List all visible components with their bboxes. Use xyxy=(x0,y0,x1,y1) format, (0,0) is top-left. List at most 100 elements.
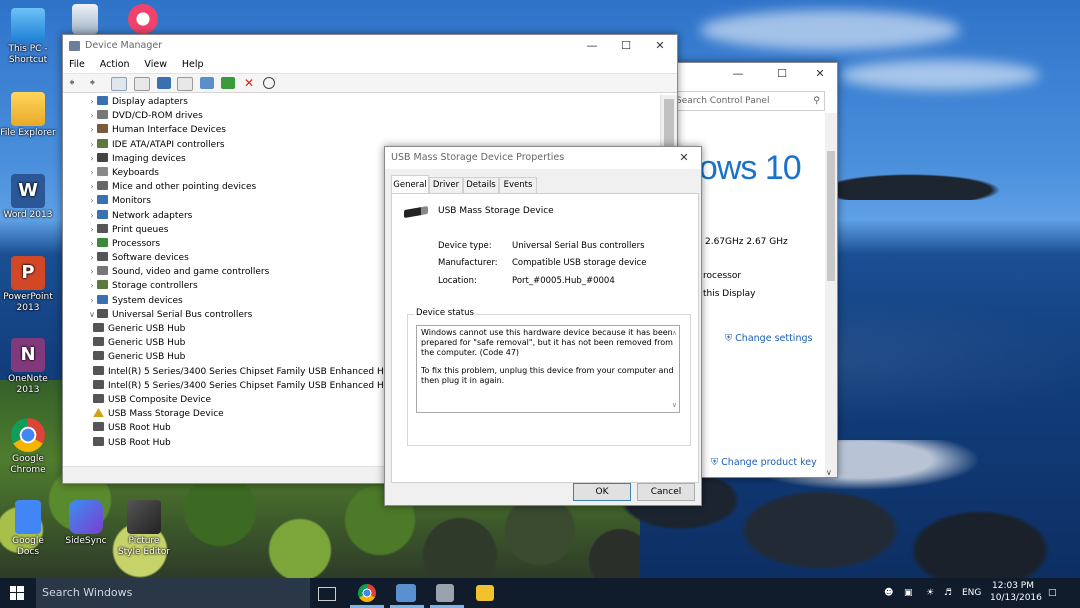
ok-button[interactable]: OK xyxy=(573,483,631,501)
device-manager-taskbar-icon[interactable] xyxy=(436,584,454,602)
scroll-up-arrow[interactable]: ∧ xyxy=(672,328,677,338)
volume-icon[interactable]: ♬ xyxy=(944,578,952,608)
collapse-chevron-icon[interactable]: ∨ xyxy=(87,308,97,322)
clock[interactable]: 12:03 PM 10/13/2016 xyxy=(990,580,1042,604)
tab-driver[interactable]: Driver xyxy=(429,177,463,193)
menu-file[interactable]: File xyxy=(69,57,85,73)
update-driver-icon[interactable] xyxy=(221,77,236,89)
scan-hardware-icon[interactable] xyxy=(200,77,215,89)
disable-device-icon[interactable] xyxy=(262,77,275,89)
cancel-button[interactable]: Cancel xyxy=(637,483,695,501)
desktop-icon-powerpoint[interactable]: P PowerPoint 2013 xyxy=(0,256,56,314)
close-button[interactable]: ✕ xyxy=(643,35,677,57)
scroll-thumb[interactable] xyxy=(827,151,835,281)
action-pane-icon[interactable] xyxy=(177,77,194,91)
change-settings-link[interactable]: ⛨ Change settings xyxy=(725,333,812,344)
minimize-button[interactable]: — xyxy=(575,35,609,57)
device-status-textbox[interactable]: Windows cannot use this hardware device … xyxy=(416,325,680,413)
search-control-panel-input[interactable]: Search Control Panel ⚲ xyxy=(671,91,825,111)
desktop-icon-chrome[interactable]: Google Chrome xyxy=(0,418,56,476)
expand-chevron-icon[interactable]: › xyxy=(87,223,97,237)
tab-details[interactable]: Details xyxy=(463,177,499,193)
properties-icon[interactable] xyxy=(133,77,150,91)
onenote-icon: N xyxy=(11,338,45,372)
desktop-icon-recycle-bin[interactable] xyxy=(60,4,110,36)
close-button[interactable]: ✕ xyxy=(669,147,699,169)
tree-item-label: Generic USB Hub xyxy=(108,324,186,334)
expand-chevron-icon[interactable]: › xyxy=(87,237,97,251)
tree-item-label: Processors xyxy=(112,238,161,249)
tree-item-label: IDE ATA/ATAPI controllers xyxy=(112,139,225,150)
expand-chevron-icon[interactable]: › xyxy=(87,251,97,265)
people-icon[interactable]: ☻ xyxy=(884,578,893,608)
scroll-down-arrow[interactable]: ∨ xyxy=(826,468,832,477)
tree-item-label: Sound, video and game controllers xyxy=(112,267,270,278)
expand-chevron-icon[interactable]: › xyxy=(87,209,97,223)
minimize-button[interactable]: — xyxy=(721,63,755,85)
expand-chevron-icon[interactable]: › xyxy=(87,279,97,293)
tray-app-icon[interactable]: ▣ xyxy=(904,578,913,608)
close-button[interactable]: ✕ xyxy=(803,63,837,85)
desktop-icon-word[interactable]: W Word 2013 xyxy=(0,174,56,221)
task-view-icon[interactable] xyxy=(318,587,336,601)
tab-general[interactable]: General xyxy=(391,175,429,194)
device-icon xyxy=(97,266,108,276)
forward-arrow-icon[interactable]: 🠺 xyxy=(90,77,104,89)
help-icon[interactable] xyxy=(156,77,171,89)
expand-chevron-icon[interactable]: › xyxy=(87,123,97,137)
expand-chevron-icon[interactable]: › xyxy=(87,194,97,208)
file-explorer-taskbar-icon[interactable] xyxy=(476,585,494,601)
vertical-scrollbar[interactable]: ∨ xyxy=(825,113,837,477)
tree-category-item[interactable]: › Human Interface Devices xyxy=(67,123,661,137)
wifi-icon[interactable]: ☀ xyxy=(926,578,934,608)
device-type-value: Universal Serial Bus controllers xyxy=(512,241,645,251)
device-icon xyxy=(93,351,104,361)
taskbar-search-input[interactable]: Search Windows xyxy=(36,578,310,608)
back-arrow-icon[interactable]: 🠸 xyxy=(69,77,83,89)
language-indicator[interactable]: ENG xyxy=(962,578,981,608)
expand-chevron-icon[interactable]: › xyxy=(87,109,97,123)
uninstall-icon[interactable]: ✕ xyxy=(242,77,256,89)
device-manager-titlebar[interactable]: Device Manager — ☐ ✕ xyxy=(63,35,677,57)
tree-item-label: Network adapters xyxy=(112,210,193,221)
scroll-down-arrow[interactable]: ∨ xyxy=(672,400,677,410)
desktop-icon-sidesync[interactable]: SideSync xyxy=(58,500,114,547)
show-hide-console-tree-icon[interactable] xyxy=(110,77,127,91)
desktop-icon-this-pc[interactable]: This PC - Shortcut xyxy=(0,8,56,66)
dialog-titlebar[interactable]: USB Mass Storage Device Properties ✕ xyxy=(385,147,701,169)
desktop-icon-file-explorer[interactable]: File Explorer xyxy=(0,92,56,139)
tree-item-label: Imaging devices xyxy=(112,153,186,164)
desktop-icon-itunes[interactable] xyxy=(118,4,168,36)
tree-item-label: Print queues xyxy=(112,224,169,235)
device-icon xyxy=(93,436,104,446)
maximize-button[interactable]: ☐ xyxy=(609,35,643,57)
desktop-icon-onenote[interactable]: N OneNote 2013 xyxy=(0,338,56,396)
menu-action[interactable]: Action xyxy=(100,57,130,73)
tree-category-item[interactable]: › DVD/CD-ROM drives xyxy=(67,109,661,123)
word-icon: W xyxy=(11,174,45,208)
expand-chevron-icon[interactable]: › xyxy=(87,294,97,308)
control-panel-taskbar-icon[interactable] xyxy=(396,584,416,602)
action-center-icon[interactable]: □ xyxy=(1048,578,1062,608)
expand-chevron-icon[interactable]: › xyxy=(87,180,97,194)
start-button[interactable] xyxy=(10,586,24,600)
device-icon xyxy=(97,96,108,105)
chrome-taskbar-icon[interactable] xyxy=(358,584,376,602)
desktop-icon-picture-style-editor[interactable]: Picture Style Editor xyxy=(116,500,172,558)
expand-chevron-icon[interactable]: › xyxy=(87,152,97,166)
device-icon xyxy=(93,422,104,432)
tree-category-item[interactable]: › Display adapters xyxy=(67,95,661,109)
tab-events[interactable]: Events xyxy=(499,177,537,193)
expand-chevron-icon[interactable]: › xyxy=(87,166,97,180)
maximize-button[interactable]: ☐ xyxy=(765,63,799,85)
change-product-key-link[interactable]: ⛨ Change product key xyxy=(711,457,817,468)
expand-chevron-icon[interactable]: › xyxy=(87,138,97,152)
menu-help[interactable]: Help xyxy=(182,57,204,73)
folder-icon xyxy=(11,92,45,126)
menu-view[interactable]: View xyxy=(144,57,167,73)
desktop-icon-google-docs[interactable]: Google Docs xyxy=(0,500,56,558)
expand-chevron-icon[interactable]: › xyxy=(87,95,97,109)
desktop-icon-label: SideSync xyxy=(65,536,107,546)
tree-item-label: Mice and other pointing devices xyxy=(112,182,257,193)
expand-chevron-icon[interactable]: › xyxy=(87,265,97,279)
